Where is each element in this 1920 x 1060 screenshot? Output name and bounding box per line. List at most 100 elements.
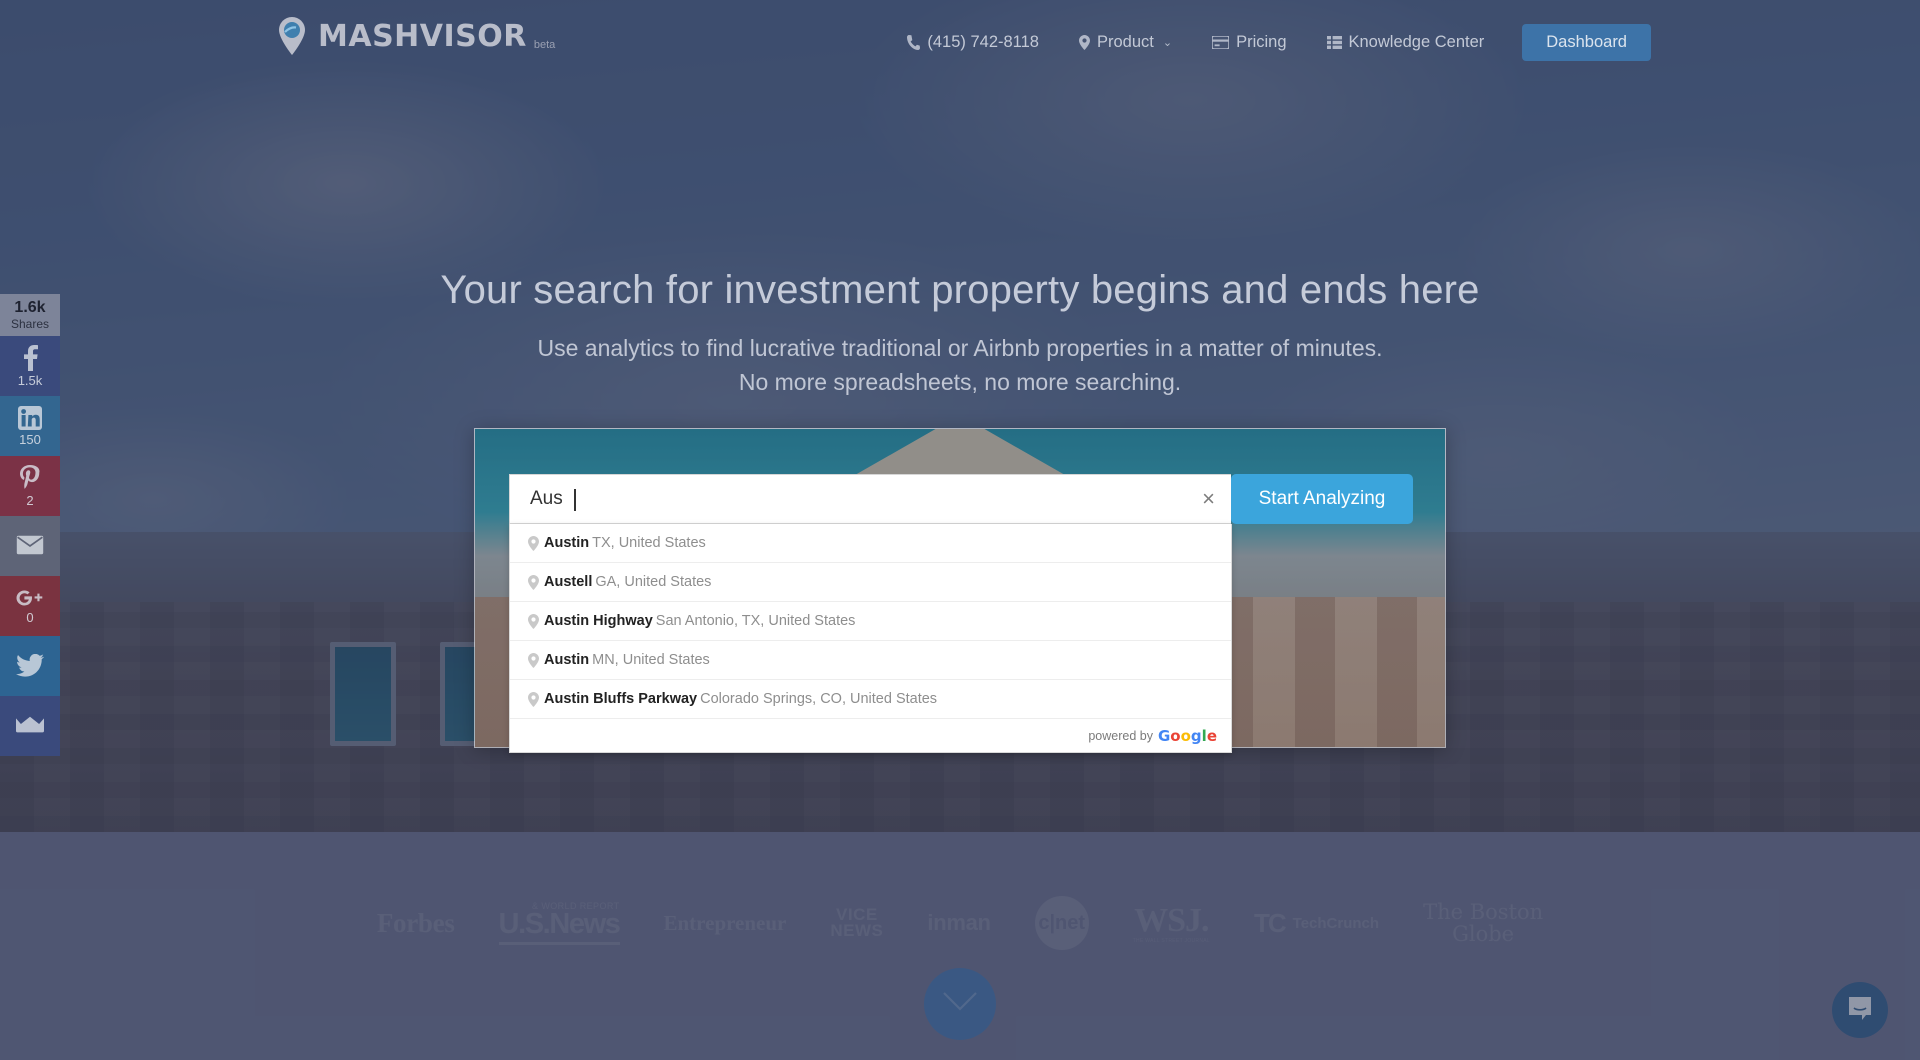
suggestion-main-rest: tell [571, 574, 593, 590]
suggestion-match: Aus [544, 535, 572, 551]
text-cursor [574, 489, 576, 511]
map-pin-icon [277, 16, 307, 56]
hero-subtitle-line-2: No more spreadsheets, no more searching. [738, 369, 1182, 395]
list-item[interactable]: Austell GA, United States [510, 563, 1231, 602]
chevron-down-icon [943, 991, 977, 1017]
powered-by-label: powered by [1088, 728, 1153, 743]
search-field: × [509, 474, 1231, 524]
google-letter: o [1180, 726, 1191, 745]
google-letter: e [1206, 726, 1217, 745]
search-modal: × Start Analyzing AustinTX, United State… [474, 428, 1446, 753]
share-linkedin-count: 150 [19, 431, 41, 447]
share-total: 1.6k Shares [0, 294, 60, 336]
twitter-icon [16, 653, 44, 677]
suggestion-secondary: San Antonio, TX, United States [655, 613, 856, 629]
google-letter: g [1190, 726, 1202, 745]
list-icon [1326, 36, 1342, 49]
clear-search-button[interactable]: × [1202, 488, 1215, 510]
share-more-button[interactable] [0, 696, 60, 756]
nav-item-knowledge-center[interactable]: Knowledge Center [1307, 28, 1505, 58]
press-logo-cnet: c|net [1034, 896, 1089, 950]
suggestion-main-rest: tin [571, 652, 590, 668]
press-logo-wsj: WSJ. THE WALL STREET JOURNAL [1133, 902, 1210, 944]
press-logo-usnews: & WORLD REPORT U.S.News [498, 901, 621, 945]
map-pin-icon [1078, 35, 1090, 50]
logo-wordmark: MASHVISOR [318, 18, 527, 54]
press-logo-entrepreneur: Entrepreneur [663, 910, 787, 935]
scroll-down-button[interactable] [924, 968, 996, 1040]
suggestion-match: Aus [544, 691, 572, 707]
hero-subtitle-line-1: Use analytics to find lucrative traditio… [537, 335, 1383, 361]
usnews-wordmark: U.S.News [498, 908, 621, 940]
nav-label-pricing: Pricing [1236, 33, 1287, 51]
nav-item-pricing[interactable]: Pricing [1192, 28, 1306, 58]
google-letter: G [1157, 726, 1171, 745]
logo-beta-tag: beta [533, 39, 556, 51]
nav-links: (415) 742-8118 Product ⌄ Pricing Knowled… [887, 24, 1651, 61]
facebook-icon [23, 344, 38, 371]
press-logo-forbes: Forbes [376, 907, 455, 938]
share-total-count: 1.6k [14, 299, 46, 316]
crown-icon [16, 716, 44, 734]
share-linkedin-button[interactable]: 150 [0, 396, 60, 456]
site-logo[interactable]: MASHVISOR beta [277, 16, 555, 56]
globe-line-1: The Boston [1423, 900, 1544, 924]
techcrunch-wordmark: TechCrunch [1292, 914, 1380, 932]
globe-line-2: Globe [1452, 922, 1515, 946]
share-email-button[interactable] [0, 516, 60, 576]
map-pin-icon [522, 691, 544, 707]
map-pin-icon [522, 574, 544, 590]
map-pin-icon [522, 613, 544, 629]
suggestion-secondary: MN, United States [592, 652, 710, 668]
press-logo-boston-globe: The Boston Globe [1423, 901, 1543, 945]
google-logo: Google [1158, 727, 1217, 745]
map-pin-icon [522, 652, 544, 668]
suggestion-match: Aus [544, 652, 572, 668]
chat-launcher-button[interactable] [1832, 982, 1888, 1038]
envelope-icon [16, 535, 44, 555]
suggestion-match: Aus [544, 613, 572, 629]
suggestion-text: Austin Highway San Antonio, TX, United St… [544, 613, 855, 629]
share-facebook-button[interactable]: 1.5k [0, 336, 60, 396]
suggestion-secondary: TX, United States [592, 535, 706, 551]
share-twitter-button[interactable] [0, 636, 60, 696]
suggestion-main-rest: tin [571, 535, 590, 551]
share-pinterest-button[interactable]: 2 [0, 456, 60, 516]
autocomplete-dropdown: Austin TX, United States Austell GA, Unite… [509, 524, 1232, 753]
press-logo-row: Forbes & WORLD REPORT U.S.News Entrepren… [0, 896, 1920, 950]
hero-text: Your search for investment property begi… [0, 268, 1920, 399]
usnews-rule [498, 942, 620, 945]
social-share-bar: 1.6k Shares 1.5k 150 2 0 [0, 294, 60, 756]
suggestion-secondary: GA, United States [595, 574, 712, 590]
powered-by-google: powered by Google [510, 719, 1231, 752]
suggestion-secondary: Colorado Springs, CO, United States [700, 691, 938, 707]
start-analyzing-button[interactable]: Start Analyzing [1231, 474, 1413, 524]
nav-label-phone: (415) 742-8118 [927, 33, 1039, 51]
list-item[interactable]: Austin TX, United States [510, 524, 1231, 563]
nav-item-product[interactable]: Product ⌄ [1059, 28, 1192, 58]
search-input[interactable] [510, 488, 1150, 510]
search-row: × Start Analyzing [509, 474, 1413, 524]
page-title: Your search for investment property begi… [440, 268, 1480, 312]
suggestion-main-rest: tin Highway [571, 613, 653, 629]
list-item[interactable]: Austin MN, United States [510, 641, 1231, 680]
nav-item-phone[interactable]: (415) 742-8118 [887, 28, 1059, 58]
dashboard-button[interactable]: Dashboard [1522, 24, 1651, 61]
hero-subtitle: Use analytics to find lucrative traditio… [0, 331, 1920, 399]
wsj-wordmark: WSJ. [1134, 902, 1209, 939]
google-letter: o [1170, 726, 1181, 745]
list-item[interactable]: Austin Bluffs Parkway Colorado Springs, C… [510, 680, 1231, 719]
list-item[interactable]: Austin Highway San Antonio, TX, United St… [510, 602, 1231, 641]
pinterest-icon [19, 464, 41, 491]
google-plus-icon [15, 588, 45, 608]
chevron-down-icon: ⌄ [1162, 37, 1173, 49]
chat-bubble-icon [1847, 995, 1873, 1026]
navbar: MASHVISOR beta (415) 742-8118 Product ⌄ … [0, 0, 1920, 76]
techcrunch-mark: TC [1253, 907, 1287, 938]
share-total-label: Shares [10, 317, 50, 331]
suggestion-text: Austell GA, United States [544, 574, 711, 590]
suggestion-text: Austin Bluffs Parkway Colorado Springs, C… [544, 691, 937, 707]
wsj-tagline: THE WALL STREET JOURNAL [1132, 938, 1210, 944]
share-googleplus-button[interactable]: 0 [0, 576, 60, 636]
share-facebook-count: 1.5k [17, 372, 43, 388]
